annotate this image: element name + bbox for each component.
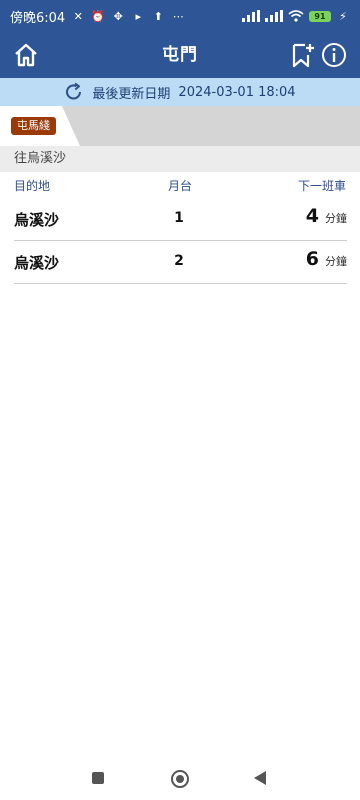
- row-destination: 烏溪沙: [14, 211, 60, 229]
- home-button[interactable]: [171, 770, 189, 788]
- status-time: 傍晚6:04: [10, 10, 66, 26]
- line-tab-strip: 屯馬綫: [0, 106, 360, 146]
- signal-icon: [242, 10, 260, 22]
- back-button[interactable]: [254, 771, 266, 785]
- home-icon[interactable]: [12, 41, 40, 69]
- charging-icon: ⚡: [339, 9, 347, 23]
- refresh-icon[interactable]: [64, 82, 84, 102]
- row-next-train: 4 分鐘: [306, 205, 347, 227]
- recent-apps-button[interactable]: [92, 772, 104, 784]
- mute-icon: ✕: [73, 9, 83, 23]
- column-headers: 目的地 月台 下一班車: [0, 172, 360, 198]
- header-next-train: 下一班車: [297, 179, 346, 193]
- last-update-datetime: 2024-03-01 18:04: [178, 84, 296, 100]
- row-minutes: 4: [305, 205, 319, 227]
- table-row: 烏溪沙 1 4 分鐘: [14, 198, 347, 241]
- status-bar: 傍晚6:04 ✕ ⏰ ✥ ▸ ⬆ ⋯ 91 ⚡: [0, 0, 360, 32]
- row-minutes-unit: 分鐘: [325, 255, 347, 268]
- direction-header: 往烏溪沙: [0, 146, 360, 172]
- header-platform: 月台: [167, 179, 192, 193]
- row-platform: 1: [174, 210, 184, 226]
- system-nav-bar: [0, 756, 360, 800]
- battery-icon: 91: [309, 10, 331, 22]
- more-notifications-icon: ⋯: [172, 9, 184, 23]
- move-icon: ✥: [113, 9, 123, 23]
- row-minutes-unit: 分鐘: [325, 212, 347, 225]
- last-update-label: 最後更新日期: [92, 86, 171, 102]
- info-icon[interactable]: [320, 41, 348, 69]
- upload-icon: ⬆: [153, 9, 163, 23]
- alarm-icon: ⏰: [91, 9, 106, 23]
- row-platform: 2: [174, 253, 184, 269]
- row-minutes: 6: [305, 248, 319, 270]
- play-icon: ▸: [135, 9, 141, 23]
- row-destination: 烏溪沙: [14, 254, 60, 272]
- table-row: 烏溪沙 2 6 分鐘: [14, 241, 347, 284]
- row-next-train: 6 分鐘: [306, 248, 347, 270]
- app-bar: 屯門: [0, 32, 360, 78]
- header-destination: 目的地: [14, 179, 51, 193]
- wifi-icon: [288, 10, 304, 22]
- last-update-bar: 最後更新日期 2024-03-01 18:04: [0, 78, 360, 106]
- signal-2-icon: [265, 10, 283, 22]
- bookmark-add-icon[interactable]: [290, 41, 316, 69]
- line-badge[interactable]: 屯馬綫: [11, 117, 56, 135]
